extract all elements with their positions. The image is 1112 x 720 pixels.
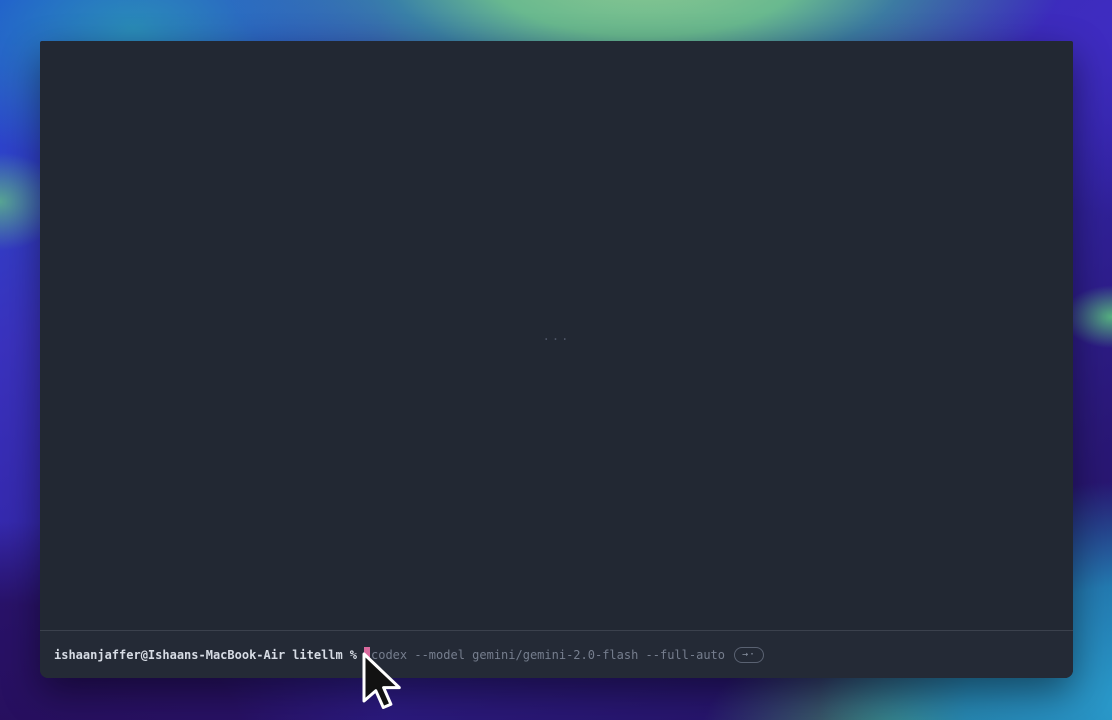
command-autosuggestion: codex --model gemini/gemini-2.0-flash --… bbox=[371, 648, 725, 662]
terminal-prompt-bar[interactable]: ishaanjaffer@Ishaans-MacBook-Air litellm%… bbox=[40, 631, 1073, 678]
terminal-output-area: ... bbox=[40, 41, 1073, 630]
terminal-window[interactable]: ... ishaanjaffer@Ishaans-MacBook-Air lite… bbox=[40, 41, 1073, 678]
prompt-directory: litellm bbox=[292, 648, 343, 662]
prompt-symbol: % bbox=[350, 648, 357, 662]
text-cursor bbox=[364, 647, 370, 662]
terminal-loading-ellipsis: ... bbox=[543, 329, 571, 343]
prompt-user-host: ishaanjaffer@Ishaans-MacBook-Air bbox=[54, 648, 285, 662]
accept-suggestion-hint-badge: →· bbox=[734, 647, 764, 663]
desktop: { "terminal": { "body_ellipsis": "...", … bbox=[0, 0, 1112, 720]
